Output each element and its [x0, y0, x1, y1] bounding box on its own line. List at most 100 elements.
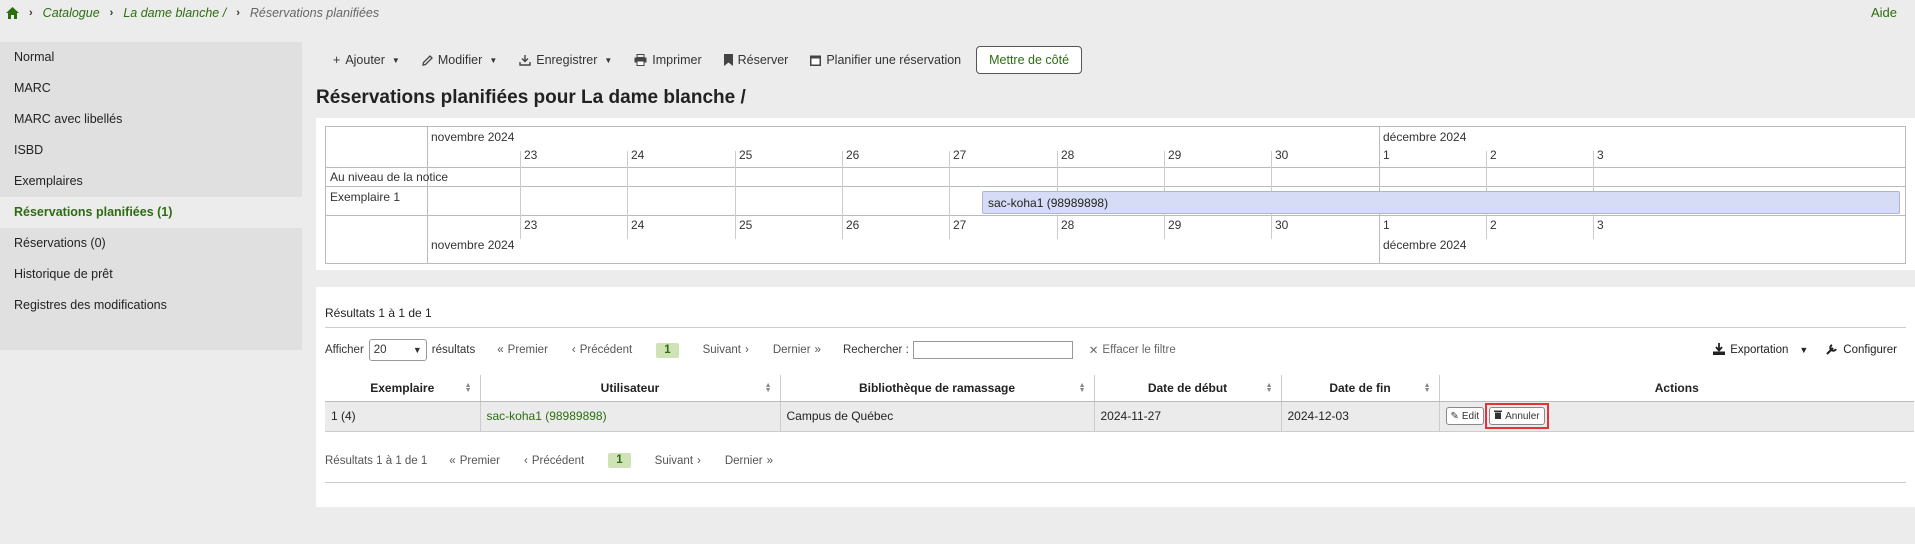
timeline-day-label: 2: [1490, 148, 1497, 162]
help-link[interactable]: Aide: [1871, 5, 1897, 20]
set-aside-button[interactable]: Mettre de côté: [976, 46, 1083, 74]
add-button[interactable]: + Ajouter ▼: [322, 46, 411, 74]
edit-button[interactable]: Modifier ▼: [411, 46, 508, 74]
previous-page-button[interactable]: ‹ Précédent: [572, 344, 632, 356]
timeline-day-label: 2: [1490, 218, 1497, 232]
sidebar-item-checkout-history[interactable]: Historique de prêt: [0, 259, 302, 290]
column-header-pickup-library[interactable]: Bibliothèque de ramassage ▲ ▼: [780, 375, 1095, 402]
divider: [325, 482, 1906, 483]
sidebar-item-marc[interactable]: MARC: [0, 73, 302, 104]
print-button[interactable]: Imprimer: [623, 46, 712, 74]
timeline-day-label: 1: [1383, 218, 1390, 232]
last-label: Dernier: [724, 454, 763, 467]
configure-button[interactable]: Configurer: [1826, 343, 1897, 358]
timeline-day-label: 26: [846, 148, 860, 162]
chevron-right-icon: ›: [236, 7, 240, 19]
search-input[interactable]: [912, 341, 1073, 359]
last-page-button[interactable]: Dernier»: [725, 455, 773, 467]
save-button[interactable]: Enregistrer ▼: [508, 46, 623, 74]
sidebar-item-modification-log[interactable]: Registres des modifications: [0, 290, 302, 321]
timeline-day-label: 1: [1383, 148, 1390, 162]
edit-booking-button[interactable]: ✎ Edit: [1445, 407, 1485, 425]
double-chevron-right-icon: »: [814, 344, 821, 356]
timeline-day-label: 28: [1061, 218, 1075, 232]
column-header-label: Utilisateur: [600, 380, 660, 395]
cell-item: 1 (4): [325, 401, 481, 432]
current-page[interactable]: 1: [608, 453, 631, 468]
chevron-left-icon: ‹: [523, 454, 528, 467]
first-page-button[interactable]: «Premier: [497, 344, 548, 356]
download-icon: [1713, 342, 1726, 358]
pencil-icon: [422, 54, 433, 66]
timeline-day-label: 30: [1275, 148, 1289, 162]
timeline-month-label: novembre 2024: [431, 238, 515, 252]
current-page[interactable]: 1: [656, 342, 679, 358]
booking-bar[interactable]: sac-koha1 (98989898): [982, 191, 1900, 214]
cell-patron: sac-koha1 (98989898): [480, 401, 781, 432]
column-header-label: Date de début: [1147, 380, 1228, 395]
last-label: Dernier: [772, 344, 811, 356]
x-icon: ✕: [1088, 345, 1099, 357]
search-label: Rechercher :: [842, 344, 909, 356]
double-chevron-left-icon: «: [449, 454, 456, 467]
table-controls: Afficher 20 ▼ résultats «Premier ‹ Précéd…: [325, 339, 1176, 361]
page-size-select[interactable]: 20 ▼: [368, 339, 427, 361]
next-page-button[interactable]: Suivant ›: [703, 344, 749, 356]
sidebar-item-holds[interactable]: Réservations (0): [0, 228, 302, 259]
chevron-right-icon: ›: [109, 7, 114, 19]
schedule-booking-button[interactable]: Planifier une réservation: [799, 46, 972, 74]
results-panel: Résultats 1 à 1 de 1 Afficher 20 ▼ résul…: [316, 287, 1915, 507]
breadcrumb-record[interactable]: La dame blanche /: [123, 6, 226, 20]
cancel-booking-button[interactable]: Annuler: [1489, 407, 1545, 425]
sidebar-item-items[interactable]: Exemplaires: [0, 166, 302, 197]
page-size-value: 20: [373, 344, 387, 356]
pencil-icon: ✎: [1450, 410, 1459, 422]
sort-icon: ▲ ▼: [1078, 382, 1086, 394]
timeline-day-label: 24: [631, 148, 645, 162]
last-page-button[interactable]: Dernier»: [773, 344, 821, 356]
sidebar-item-normal[interactable]: Normal: [0, 42, 302, 73]
timeline-day-label: 29: [1168, 218, 1182, 232]
first-label: Premier: [459, 454, 500, 467]
results-label: résultats: [431, 344, 476, 356]
column-header-patron[interactable]: Utilisateur ▲ ▼: [480, 375, 781, 402]
page-title: Réservations planifiées pour La dame bla…: [316, 87, 746, 108]
column-header-end-date[interactable]: Date de fin ▲ ▼: [1281, 375, 1440, 402]
results-count-bottom: Résultats 1 à 1 de 1: [325, 454, 428, 467]
patron-link[interactable]: sac-koha1 (98989898): [487, 409, 607, 423]
sidebar-item-bookings[interactable]: Réservations planifiées (1): [0, 197, 302, 228]
column-header-item[interactable]: Exemplaire ▲ ▼: [325, 375, 481, 402]
timeline-day-label: 29: [1168, 148, 1182, 162]
configure-label: Configurer: [1843, 344, 1897, 356]
caret-down-icon: ▼: [604, 55, 613, 65]
divider: [325, 327, 1906, 328]
bookings-table: Exemplaire ▲ ▼ Utilisateur ▲ ▼ Bibliothèque …: [325, 375, 1914, 432]
timeline-day-label: 3: [1597, 218, 1604, 232]
print-label: Imprimer: [652, 53, 702, 67]
timeline-panel: novembre 2024 décembre 2024 23 24 25 26 …: [316, 118, 1915, 270]
column-header-start-date[interactable]: Date de début ▲ ▼: [1094, 375, 1282, 402]
previous-page-button[interactable]: ‹ Précédent: [524, 455, 584, 467]
next-label: Suivant: [702, 344, 741, 356]
breadcrumb-catalogue[interactable]: Catalogue: [43, 6, 100, 20]
place-hold-button[interactable]: Réserver: [713, 46, 800, 74]
timeline-label-divider: [427, 127, 428, 263]
table-actions: Exportation ▼ Configurer: [1713, 339, 1897, 361]
chevron-right-icon: ›: [29, 7, 33, 19]
chevron-left-icon: ‹: [571, 344, 576, 356]
first-page-button[interactable]: «Premier: [449, 455, 500, 467]
sidebar-item-isbd[interactable]: ISBD: [0, 135, 302, 166]
timeline-row-divider: [326, 215, 1905, 216]
clear-filter-button[interactable]: ✕ Effacer le filtre: [1089, 343, 1176, 357]
export-button[interactable]: Exportation ▼: [1713, 342, 1808, 358]
next-page-button[interactable]: Suivant ›: [655, 455, 701, 467]
home-icon[interactable]: [6, 7, 19, 19]
sidebar-item-marc-labels[interactable]: MARC avec libellés: [0, 104, 302, 135]
plus-icon: +: [333, 53, 341, 67]
day-gridline: [520, 151, 521, 239]
timeline-month-label: novembre 2024: [431, 130, 515, 144]
highlight-box: Annuler: [1485, 403, 1549, 429]
day-gridline: [735, 151, 736, 239]
double-chevron-left-icon: «: [497, 344, 504, 356]
chevron-right-icon: ›: [697, 454, 701, 467]
